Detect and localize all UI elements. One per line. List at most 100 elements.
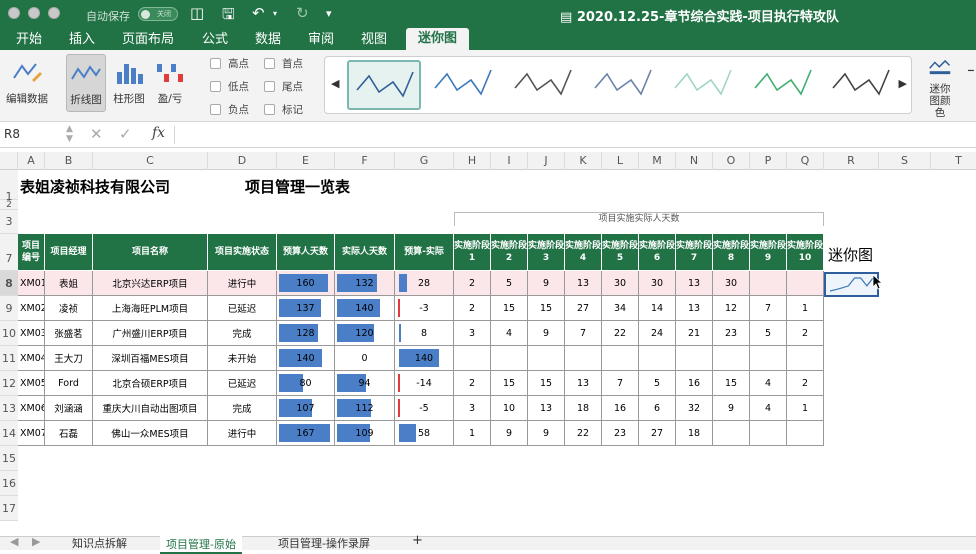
table-cell[interactable]: 2 [454, 271, 491, 296]
table-cell[interactable]: 8 [395, 321, 454, 346]
gallery-style-2[interactable] [427, 60, 501, 110]
table-cell[interactable]: 21 [676, 321, 713, 346]
table-cell[interactable]: 58 [395, 421, 454, 446]
low-point-checkbox[interactable]: 低点 [210, 79, 249, 94]
sheet-nav-prev-icon[interactable]: ◀ [10, 535, 18, 548]
column-header[interactable]: I [491, 152, 528, 170]
table-cell[interactable]: 18 [676, 421, 713, 446]
table-cell[interactable]: 张盛茗 [45, 321, 93, 346]
table-cell[interactable]: 107 [277, 396, 335, 421]
table-cell[interactable]: 22 [602, 321, 639, 346]
table-cell[interactable]: 15 [528, 371, 565, 396]
row-header[interactable]: 8 [0, 271, 18, 296]
table-cell[interactable]: 3 [454, 321, 491, 346]
row-header[interactable]: 17 [0, 496, 18, 521]
column-header[interactable]: B [45, 152, 93, 170]
tab-insert[interactable]: 插入 [69, 31, 95, 49]
table-cell[interactable] [528, 346, 565, 371]
row-header[interactable]: 10 [0, 321, 18, 346]
table-cell[interactable]: 凌祯 [45, 296, 93, 321]
column-header[interactable]: G [395, 152, 454, 170]
column-header[interactable]: L [602, 152, 639, 170]
table-cell[interactable]: 1 [787, 396, 824, 421]
close-window-button[interactable] [8, 7, 20, 19]
row-header[interactable]: 2 [0, 200, 18, 210]
table-cell[interactable]: 刘涵涵 [45, 396, 93, 421]
row-header[interactable]: 7 [0, 234, 18, 271]
table-cell[interactable]: 4 [750, 396, 787, 421]
tab-formulas[interactable]: 公式 [202, 31, 228, 49]
last-point-checkbox[interactable]: 尾点 [264, 79, 303, 94]
table-cell[interactable]: XM07 [18, 421, 45, 446]
table-cell[interactable]: 109 [335, 421, 395, 446]
table-cell[interactable]: 32 [676, 396, 713, 421]
sheet-tab-original[interactable]: 项目管理-原始 [160, 536, 242, 554]
table-cell[interactable]: 进行中 [208, 271, 277, 296]
table-cell[interactable]: XM01 [18, 271, 45, 296]
table-cell[interactable]: 16 [676, 371, 713, 396]
table-cell[interactable]: 1 [454, 421, 491, 446]
row-header[interactable]: 13 [0, 396, 18, 421]
table-cell[interactable]: 9 [528, 321, 565, 346]
table-cell[interactable]: 13 [565, 271, 602, 296]
column-header[interactable]: E [277, 152, 335, 170]
table-cell[interactable]: 已延迟 [208, 371, 277, 396]
column-header[interactable]: J [528, 152, 565, 170]
column-header[interactable]: H [454, 152, 491, 170]
sparkline-winloss-button[interactable]: 盈/亏 [152, 58, 188, 106]
table-cell[interactable]: -5 [395, 396, 454, 421]
table-cell[interactable]: 上海海旺PLM项目 [93, 296, 208, 321]
selected-sparkline-cell[interactable] [824, 272, 879, 297]
table-cell[interactable]: 7 [750, 296, 787, 321]
table-cell[interactable] [713, 421, 750, 446]
table-cell[interactable]: 9 [491, 421, 528, 446]
table-cell[interactable] [454, 346, 491, 371]
table-cell[interactable]: 5 [639, 371, 676, 396]
table-cell[interactable]: 12 [713, 296, 750, 321]
table-cell[interactable]: 北京兴达ERP项目 [93, 271, 208, 296]
table-cell[interactable]: 9 [713, 396, 750, 421]
formula-input[interactable] [180, 127, 960, 143]
table-cell[interactable]: 128 [277, 321, 335, 346]
table-cell[interactable]: 132 [335, 271, 395, 296]
table-cell[interactable] [639, 346, 676, 371]
tab-view[interactable]: 视图 [361, 31, 387, 49]
gallery-style-5[interactable] [667, 60, 741, 110]
table-cell[interactable] [787, 271, 824, 296]
first-point-checkbox[interactable]: 首点 [264, 56, 303, 71]
sheet-nav-next-icon[interactable]: ▶ [32, 535, 40, 548]
table-cell[interactable]: 已延迟 [208, 296, 277, 321]
table-cell[interactable]: 18 [565, 396, 602, 421]
table-cell[interactable]: 佛山一众MES项目 [93, 421, 208, 446]
table-cell[interactable]: 15 [491, 296, 528, 321]
table-cell[interactable]: 9 [528, 421, 565, 446]
tab-sparkline[interactable]: 迷你图 [406, 28, 470, 50]
table-cell[interactable]: 13 [676, 271, 713, 296]
edit-data-button[interactable]: 编辑数据 [4, 58, 50, 106]
table-cell[interactable]: Ford [45, 371, 93, 396]
table-cell[interactable]: 30 [639, 271, 676, 296]
column-header[interactable]: T [931, 152, 976, 170]
row-header[interactable]: 11 [0, 346, 18, 371]
table-cell[interactable]: 112 [335, 396, 395, 421]
table-cell[interactable]: XM02 [18, 296, 45, 321]
table-cell[interactable]: 7 [602, 371, 639, 396]
column-header[interactable]: R [824, 152, 879, 170]
high-point-checkbox[interactable]: 高点 [210, 56, 249, 71]
sparkline-column-button[interactable]: 柱形图 [110, 58, 148, 106]
save-icon[interactable]: 🖫 [222, 4, 235, 29]
column-header[interactable]: N [676, 152, 713, 170]
sparkline-color-button[interactable]: 迷你图颜色 [920, 58, 960, 119]
undo-dropdown-icon[interactable]: ▾ [273, 9, 277, 18]
gallery-style-4[interactable] [587, 60, 661, 110]
sidebar-toggle-icon[interactable]: ◫ [190, 4, 204, 22]
table-cell[interactable]: 4 [750, 371, 787, 396]
table-cell[interactable]: 5 [750, 321, 787, 346]
table-cell[interactable]: 2 [454, 296, 491, 321]
column-header[interactable]: F [335, 152, 395, 170]
table-cell[interactable]: 22 [565, 421, 602, 446]
gallery-next-icon[interactable]: ▶ [899, 77, 907, 90]
fx-icon[interactable]: fx [152, 125, 165, 141]
table-cell[interactable]: 13 [528, 396, 565, 421]
column-header[interactable]: Q [787, 152, 824, 170]
